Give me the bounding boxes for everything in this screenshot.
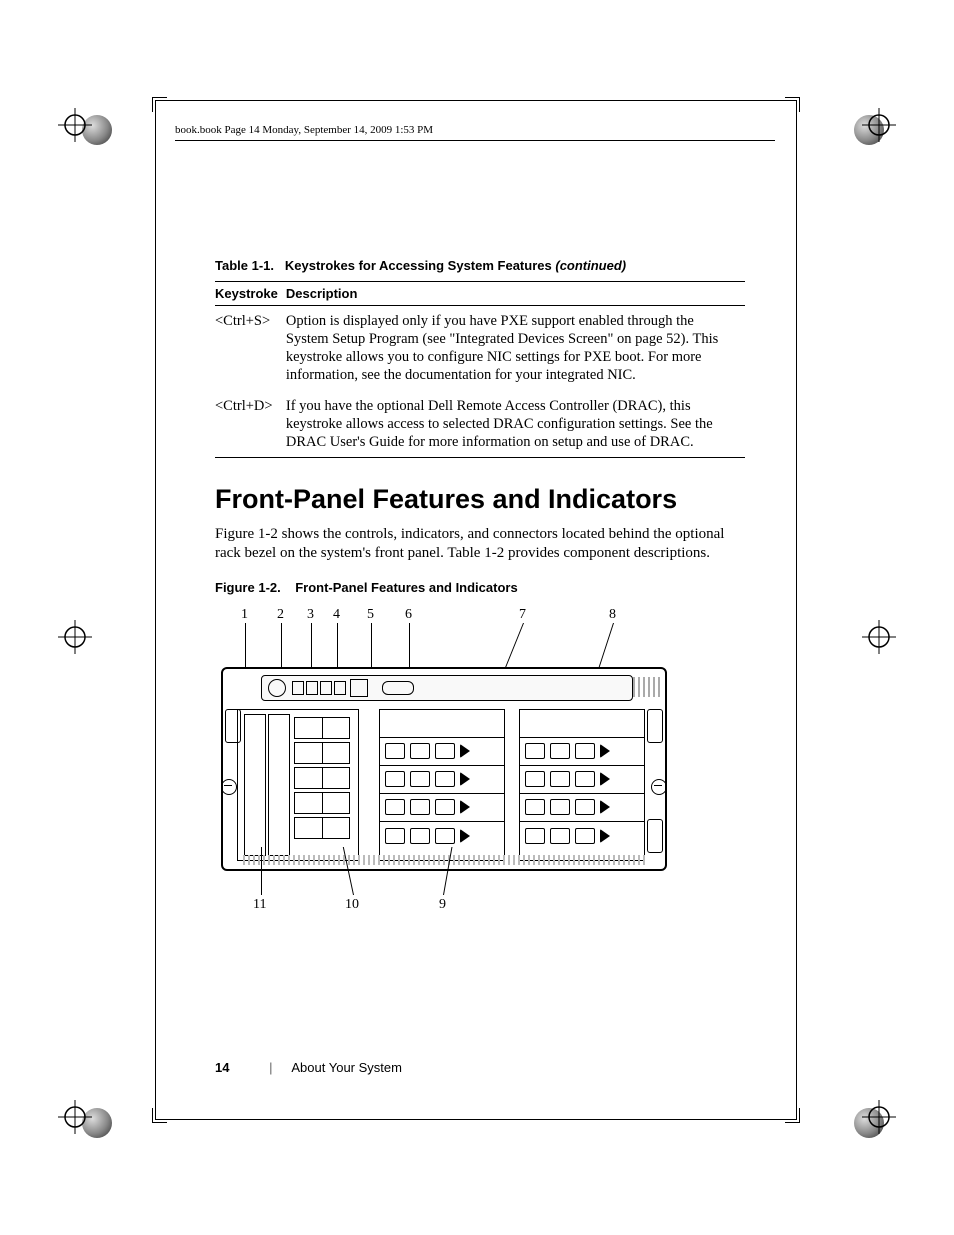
hard-drive-icon: [520, 822, 644, 850]
screw-icon: [221, 779, 237, 795]
rack-latch-icon: [225, 709, 241, 743]
drive-cage: [519, 709, 645, 861]
footer-section: About Your System: [291, 1060, 402, 1075]
cell-keystroke: <Ctrl+S>: [215, 306, 286, 391]
callout-number: 9: [439, 897, 446, 913]
hard-drive-icon: [520, 794, 644, 822]
hard-drive-icon: [520, 738, 644, 766]
page: book.book Page 14 Monday, September 14, …: [0, 0, 954, 1235]
drive-cage: [379, 709, 505, 861]
figure-callouts-bottom: 11 10 9: [217, 887, 677, 917]
peripheral-slot-icon: [244, 714, 266, 856]
crosshair-register-icon: [58, 108, 92, 142]
table-row: <Ctrl+S> Option is displayed only if you…: [215, 306, 745, 391]
rack-latch-icon: [647, 819, 663, 853]
callout-leader-line: [261, 847, 262, 895]
keystroke-table: Keystroke Description <Ctrl+S> Option is…: [215, 281, 745, 458]
figure-caption-prefix: Figure 1-2.: [215, 580, 281, 595]
module-stack-icon: [294, 714, 350, 854]
hard-drive-icon: [380, 766, 504, 794]
crosshair-register-icon: [862, 1100, 896, 1134]
table-row: <Ctrl+D> If you have the optional Dell R…: [215, 391, 745, 458]
table-caption-title: Keystrokes for Accessing System Features: [285, 258, 552, 273]
crosshair-register-icon: [862, 108, 896, 142]
hard-drive-icon: [380, 794, 504, 822]
indicator-icon: [306, 681, 318, 695]
callout-number: 1: [241, 607, 248, 623]
figure-caption-title: Front-Panel Features and Indicators: [295, 580, 518, 595]
callout-number: 6: [405, 607, 412, 623]
callout-number: 3: [307, 607, 314, 623]
hard-drive-icon: [380, 822, 504, 850]
table-caption-suffix: (continued): [555, 258, 626, 273]
table-caption-prefix: Table 1-1.: [215, 258, 274, 273]
callout-number: 7: [519, 607, 526, 623]
callout-number: 4: [333, 607, 340, 623]
table-header-description: Description: [286, 282, 745, 306]
section-heading: Front-Panel Features and Indicators: [215, 484, 745, 515]
page-number: 14: [215, 1060, 229, 1075]
callout-number: 11: [253, 897, 266, 913]
crop-corner-icon: [152, 97, 167, 112]
crop-corner-icon: [785, 1108, 800, 1123]
table-header-keystroke: Keystroke: [215, 282, 286, 306]
figure-front-panel: 1 2 3 4 5 6 7 8: [217, 607, 677, 917]
left-drive-bay: [237, 709, 359, 861]
nmi-button-icon: [320, 681, 332, 695]
cell-keystroke: <Ctrl+D>: [215, 391, 286, 458]
callout-number: 10: [345, 897, 359, 913]
callout-number: 2: [277, 607, 284, 623]
server-chassis-diagram: [221, 667, 667, 871]
content-column: Table 1-1. Keystrokes for Accessing Syst…: [215, 258, 745, 917]
cell-description: If you have the optional Dell Remote Acc…: [286, 391, 745, 458]
rack-latch-icon: [647, 709, 663, 743]
running-header: book.book Page 14 Monday, September 14, …: [175, 124, 775, 136]
cell-description: Option is displayed only if you have PXE…: [286, 306, 745, 391]
crosshair-register-icon: [58, 620, 92, 654]
callout-number: 5: [367, 607, 374, 623]
footer-separator-icon: |: [269, 1060, 272, 1075]
lcd-panel-icon: [350, 679, 368, 697]
hard-drive-icon: [380, 738, 504, 766]
blank-bay-icon: [520, 710, 644, 738]
indicator-icon: [334, 681, 346, 695]
screw-icon: [651, 779, 667, 795]
power-button-icon: [268, 679, 286, 697]
table-caption: Table 1-1. Keystrokes for Accessing Syst…: [215, 258, 745, 273]
page-footer: 14 | About Your System: [215, 1060, 402, 1075]
crop-corner-icon: [152, 1108, 167, 1123]
crosshair-register-icon: [862, 620, 896, 654]
hard-drive-icon: [520, 766, 644, 794]
crosshair-register-icon: [58, 1100, 92, 1134]
callout-number: 8: [609, 607, 616, 623]
control-strip: [261, 675, 633, 701]
figure-caption: Figure 1-2. Front-Panel Features and Ind…: [215, 580, 745, 595]
peripheral-slot-icon: [268, 714, 290, 856]
optical-drive-icon: [380, 710, 504, 738]
section-body: Figure 1-2 shows the controls, indicator…: [215, 525, 745, 564]
crop-corner-icon: [785, 97, 800, 112]
indicator-icon: [292, 681, 304, 695]
usb-connector-icon: [382, 681, 414, 695]
vent-pattern-icon: [243, 855, 647, 865]
figure-callouts-top: 1 2 3 4 5 6 7 8: [217, 607, 677, 653]
running-header-rule: [175, 140, 775, 141]
